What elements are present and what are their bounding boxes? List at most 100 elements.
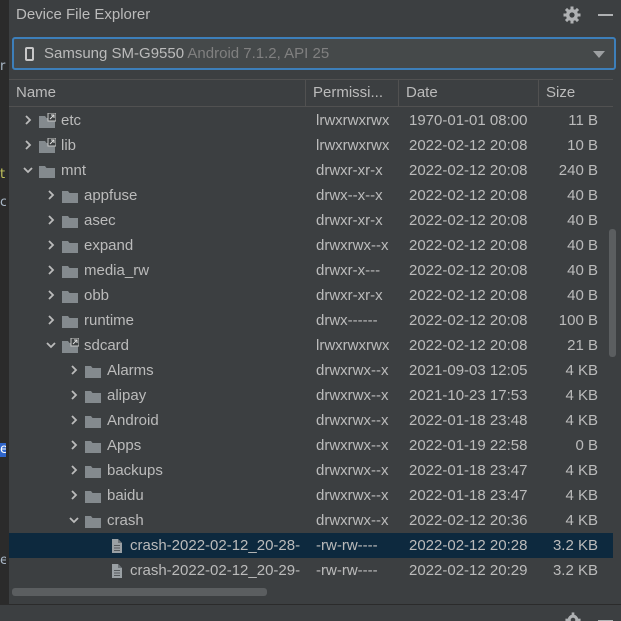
vertical-scrollbar[interactable]	[609, 229, 616, 357]
chevron-right-icon[interactable]	[67, 483, 81, 508]
folder-icon	[38, 163, 56, 178]
file-permissions: drwxr-xr-x	[316, 287, 383, 304]
folder-link-icon	[61, 338, 79, 353]
chevron-right-icon[interactable]	[44, 233, 58, 258]
folder-icon	[84, 363, 102, 378]
file-size: 40 B	[567, 287, 598, 304]
file-rows: etc lrwxrwxrwx 1970-01-01 08:00 11 B lib lrwx…	[9, 108, 613, 583]
panel-title: Device File Explorer	[16, 6, 151, 23]
folder-icon	[61, 213, 79, 228]
file-date: 2022-02-12 20:08	[409, 337, 528, 354]
file-size: 4 KB	[565, 487, 598, 504]
column-header-size[interactable]: Size	[539, 80, 613, 106]
gear-icon[interactable]	[565, 612, 581, 621]
table-row[interactable]: runtime drwx------ 2022-02-12 20:08 100 B	[9, 308, 613, 333]
file-icon	[107, 538, 125, 553]
chevron-right-icon[interactable]	[44, 308, 58, 333]
device-name: Samsung SM-G9550	[44, 45, 185, 62]
folder-icon	[61, 238, 79, 253]
file-permissions: drwxrwx--x	[316, 412, 389, 429]
file-date: 2022-02-12 20:08	[409, 137, 528, 154]
chevron-right-icon[interactable]	[67, 358, 81, 383]
column-header-date[interactable]: Date	[399, 80, 539, 106]
column-header-name[interactable]: Name	[9, 80, 306, 106]
chevron-right-icon[interactable]	[21, 108, 35, 133]
file-size: 40 B	[567, 262, 598, 279]
table-row[interactable]: etc lrwxrwxrwx 1970-01-01 08:00 11 B	[9, 108, 613, 133]
file-size: 4 KB	[565, 512, 598, 529]
folder-icon	[61, 288, 79, 303]
file-permissions: lrwxrwxrwx	[316, 337, 390, 354]
file-size: 40 B	[567, 212, 598, 229]
table-row[interactable]: media_rw drwxr-x--- 2022-02-12 20:08 40 B	[9, 258, 613, 283]
file-size: 100 B	[558, 312, 598, 329]
minimize-icon[interactable]	[598, 14, 613, 16]
chevron-right-icon[interactable]	[67, 433, 81, 458]
table-row[interactable]: Android drwxrwx--x 2022-01-18 23:48 4 KB	[9, 408, 613, 433]
file-date: 2022-01-18 23:47	[409, 487, 528, 504]
chevron-down-icon[interactable]	[593, 51, 605, 58]
device-selector[interactable]: Samsung SM-G9550 Android 7.1.2, API 25	[12, 37, 616, 70]
chevron-right-icon[interactable]	[44, 183, 58, 208]
chevron-right-icon[interactable]	[67, 408, 81, 433]
file-date: 2021-09-03 12:05	[409, 362, 528, 379]
table-row[interactable]: crash drwxrwx--x 2022-02-12 20:36 4 KB	[9, 508, 613, 533]
table-row[interactable]: crash-2022-02-12_20-29- -rw-rw---- 2022-02…	[9, 558, 613, 583]
table-row[interactable]: baidu drwxrwx--x 2022-01-18 23:47 4 KB	[9, 483, 613, 508]
file-permissions: drwxrwx--x	[316, 487, 389, 504]
table-header: Name Permissi... Date Size	[9, 79, 613, 107]
file-name: etc	[61, 112, 82, 129]
file-size: 11 B	[568, 112, 598, 129]
folder-icon	[84, 488, 102, 503]
chevron-right-icon[interactable]	[67, 383, 81, 408]
file-permissions: drwxrwx--x	[316, 437, 389, 454]
editor-edge-strip: r t c e e	[0, 0, 8, 621]
file-size: 21 B	[567, 337, 598, 354]
file-size: 10 B	[567, 137, 598, 154]
table-row[interactable]: appfuse drwx--x--x 2022-02-12 20:08 40 B	[9, 183, 613, 208]
table-row[interactable]: sdcard lrwxrwxrwx 2022-02-12 20:08 21 B	[9, 333, 613, 358]
column-header-permissions[interactable]: Permissi...	[306, 80, 399, 106]
table-row[interactable]: Apps drwxrwx--x 2022-01-19 22:58 0 B	[9, 433, 613, 458]
table-row[interactable]: crash-2022-02-12_20-28- -rw-rw---- 2022-02…	[9, 533, 613, 558]
file-name: lib	[61, 137, 77, 154]
chevron-down-icon[interactable]	[21, 158, 35, 183]
folder-link-icon	[38, 138, 56, 153]
file-permissions: drwx--x--x	[316, 187, 383, 204]
file-date: 2022-02-12 20:08	[409, 287, 528, 304]
chevron-right-icon[interactable]	[44, 208, 58, 233]
table-row[interactable]: asec drwxr-xr-x 2022-02-12 20:08 40 B	[9, 208, 613, 233]
table-row[interactable]: backups drwxrwx--x 2022-01-18 23:47 4 KB	[9, 458, 613, 483]
file-date: 2021-10-23 17:53	[409, 387, 528, 404]
file-name: baidu	[107, 487, 144, 504]
file-permissions: -rw-rw----	[316, 562, 378, 579]
chevron-right-icon[interactable]	[21, 133, 35, 158]
table-row[interactable]: expand drwxrwx--x 2022-02-12 20:08 40 B	[9, 233, 613, 258]
folder-icon	[84, 438, 102, 453]
device-file-explorer-panel: Device File Explorer Samsung SM-G9550 An…	[8, 0, 621, 604]
file-size: 40 B	[567, 187, 598, 204]
file-name: asec	[84, 212, 116, 229]
file-size: 40 B	[567, 237, 598, 254]
table-row[interactable]: Alarms drwxrwx--x 2021-09-03 12:05 4 KB	[9, 358, 613, 383]
chevron-right-icon[interactable]	[44, 283, 58, 308]
chevron-down-icon[interactable]	[44, 333, 58, 358]
file-permissions: lrwxrwxrwx	[316, 112, 390, 129]
chevron-right-icon[interactable]	[67, 458, 81, 483]
table-row[interactable]: lib lrwxrwxrwx 2022-02-12 20:08 10 B	[9, 133, 613, 158]
folder-icon	[61, 313, 79, 328]
file-size: 4 KB	[565, 462, 598, 479]
table-row[interactable]: obb drwxr-xr-x 2022-02-12 20:08 40 B	[9, 283, 613, 308]
chevron-right-icon[interactable]	[44, 258, 58, 283]
folder-link-icon	[38, 113, 56, 128]
table-row[interactable]: alipay drwxrwx--x 2021-10-23 17:53 4 KB	[9, 383, 613, 408]
gear-icon[interactable]	[563, 6, 581, 24]
horizontal-scrollbar[interactable]	[12, 588, 267, 596]
editor-edge-char: c	[0, 196, 6, 210]
file-icon	[107, 563, 125, 578]
table-row[interactable]: mnt drwxr-xr-x 2022-02-12 20:08 240 B	[9, 158, 613, 183]
file-table: Name Permissi... Date Size etc lrwxrwxrwx…	[9, 79, 621, 579]
chevron-down-icon[interactable]	[67, 508, 81, 533]
folder-icon	[61, 188, 79, 203]
file-date: 2022-02-12 20:28	[409, 537, 528, 554]
